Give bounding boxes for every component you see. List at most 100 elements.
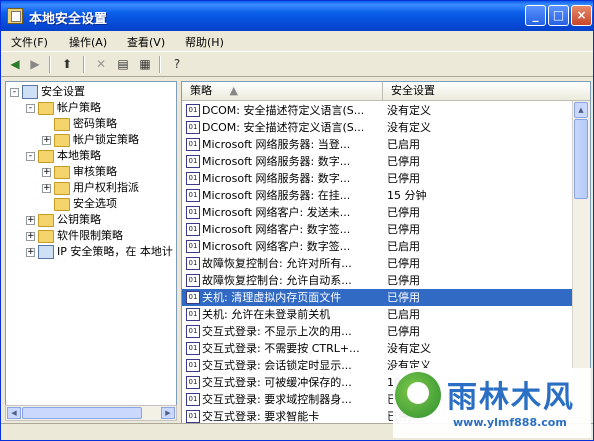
scroll-thumb[interactable]: [574, 119, 588, 199]
tree-item[interactable]: 帐户策略: [38, 100, 101, 116]
menu-action[interactable]: 操作(A): [69, 34, 107, 50]
up-folder-icon[interactable]: ⬆: [59, 56, 75, 72]
policy-icon: 01: [186, 376, 200, 389]
tree-item[interactable]: 帐户锁定策略: [54, 132, 139, 148]
folder-icon: [54, 133, 70, 147]
tree-item[interactable]: 公钥策略: [38, 212, 101, 228]
minimize-button[interactable]: _: [525, 5, 546, 26]
table-row[interactable]: 01 Microsoft 网络服务器: 数字... 已停用: [182, 153, 574, 170]
tree-expander[interactable]: +: [26, 216, 35, 225]
column-header-policy[interactable]: 策略 ▲: [182, 82, 382, 101]
tree-item[interactable]: IP 安全策略，在 本地计: [38, 244, 173, 260]
tree-expander[interactable]: +: [42, 184, 51, 193]
policy-name: 关机: 清理虚拟内存页面文件: [202, 291, 342, 304]
tree-item[interactable]: 本地策略: [38, 148, 101, 164]
tree-expander[interactable]: +: [26, 248, 35, 257]
policy-name: 故障恢复控制台: 允许自动系...: [202, 274, 352, 287]
table-row[interactable]: 01 Microsoft 网络服务器: 当登... 已启用: [182, 136, 574, 153]
policy-setting: 已启用: [387, 240, 420, 253]
tree-item[interactable]: 审核策略: [54, 164, 117, 180]
policy-icon: 01: [186, 172, 200, 185]
tree-item[interactable]: 密码策略: [54, 116, 117, 132]
policy-setting: 已停用: [387, 325, 420, 338]
maximize-button[interactable]: □: [548, 5, 569, 26]
policy-icon: 01: [186, 325, 200, 338]
policy-name: 交互式登录: 不显示上次的用...: [202, 325, 352, 338]
policy-icon: 01: [186, 104, 200, 117]
table-row[interactable]: 01 Microsoft 网络客户: 发送未... 已停用: [182, 204, 574, 221]
table-row[interactable]: 01 Microsoft 网络客户: 数字签... 已停用: [182, 221, 574, 238]
delete-icon[interactable]: ✕: [93, 56, 109, 72]
folder-icon: [54, 117, 70, 131]
policy-icon: 01: [186, 393, 200, 406]
table-row[interactable]: 01 DCOM: 安全描述符定义语言(S... 没有定义: [182, 102, 574, 119]
tree-expander[interactable]: +: [42, 168, 51, 177]
table-row[interactable]: 01 交互式登录: 不显示上次的用... 已停用: [182, 323, 574, 340]
properties-icon[interactable]: ▤: [115, 56, 131, 72]
export-icon[interactable]: ▦: [137, 56, 153, 72]
folder-icon: [38, 213, 54, 227]
table-row[interactable]: 01 关机: 清理虚拟内存页面文件 已停用: [182, 289, 574, 306]
tree-expander[interactable]: -: [26, 104, 35, 113]
forward-icon[interactable]: ▶: [27, 56, 43, 72]
tree-horizontal-scrollbar[interactable]: ◀ ▶: [5, 405, 177, 421]
tree-item[interactable]: 用户权利指派: [54, 180, 139, 196]
scroll-right-icon[interactable]: ▶: [161, 407, 175, 419]
scroll-up-icon[interactable]: ▲: [574, 102, 588, 118]
table-row[interactable]: 01 Microsoft 网络客户: 数字签... 已启用: [182, 238, 574, 255]
sort-ascending-icon: ▲: [229, 84, 238, 97]
folder-icon: [38, 149, 54, 163]
menu-help[interactable]: 帮助(H): [185, 34, 224, 50]
watermark-text: 雨林木风: [447, 380, 575, 415]
policy-node-icon: [22, 85, 38, 99]
policy-setting: 已停用: [387, 155, 420, 168]
scroll-thumb[interactable]: [22, 407, 142, 419]
scroll-left-icon[interactable]: ◀: [7, 407, 21, 419]
policy-name: DCOM: 安全描述符定义语言(S...: [202, 104, 365, 117]
menu-view[interactable]: 查看(V): [127, 34, 165, 50]
table-row[interactable]: 01 故障恢复控制台: 允许自动系... 已停用: [182, 272, 574, 289]
policy-name: 交互式登录: 要求域控制器身...: [202, 393, 352, 406]
tree-item[interactable]: 软件限制策略: [38, 228, 123, 244]
tree-item[interactable]: 安全选项: [54, 196, 117, 212]
folder-icon: [38, 229, 54, 243]
tree-expander[interactable]: -: [26, 152, 35, 161]
policy-setting: 已停用: [387, 291, 420, 304]
help-icon[interactable]: ?: [169, 56, 185, 72]
title-bar[interactable]: 本地安全设置 _ □ ×: [1, 1, 593, 31]
policy-icon: 01: [186, 359, 200, 372]
back-icon[interactable]: ◀: [7, 56, 23, 72]
tree-item-label: 安全设置: [41, 85, 85, 98]
tree-item[interactable]: 安全设置: [22, 84, 85, 100]
folder-icon: [54, 165, 70, 179]
policy-name: Microsoft 网络服务器: 在挂...: [202, 189, 351, 202]
tree-item-label: 密码策略: [73, 117, 117, 130]
tree-pane[interactable]: - 安全设置 - 帐户策略 密码策略 + 帐户锁定策略 - 本地策略 + 审核策略 + 用户权利指派 安全…: [5, 81, 177, 421]
policy-name: Microsoft 网络服务器: 当登...: [202, 138, 351, 151]
policy-icon: 01: [186, 342, 200, 355]
policy-icon: 01: [186, 308, 200, 321]
menu-bar: 文件(F) 操作(A) 查看(V) 帮助(H): [1, 31, 593, 51]
table-row[interactable]: 01 Microsoft 网络服务器: 数字... 已停用: [182, 170, 574, 187]
policy-setting: 已启用: [387, 138, 420, 151]
policy-icon: 01: [186, 257, 200, 270]
tree-expander[interactable]: -: [10, 88, 19, 97]
policy-name: Microsoft 网络客户: 发送未...: [202, 206, 351, 219]
policy-icon: 01: [186, 410, 200, 423]
table-row[interactable]: 01 DCOM: 安全描述符定义语言(S... 没有定义: [182, 119, 574, 136]
table-row[interactable]: 01 故障恢复控制台: 允许对所有... 已停用: [182, 255, 574, 272]
tree-item-label: 软件限制策略: [57, 229, 123, 242]
table-row[interactable]: 01 交互式登录: 不需要按 CTRL+... 没有定义: [182, 340, 574, 357]
policy-icon: 01: [186, 240, 200, 253]
policy-name: Microsoft 网络客户: 数字签...: [202, 240, 351, 253]
toolbar-separator: [159, 56, 161, 73]
column-header-setting[interactable]: 安全设置: [382, 82, 590, 101]
tree-expander[interactable]: +: [42, 136, 51, 145]
menu-file[interactable]: 文件(F): [11, 34, 48, 50]
window-title: 本地安全设置: [29, 12, 108, 27]
policy-icon: 01: [186, 155, 200, 168]
tree-expander[interactable]: +: [26, 232, 35, 241]
close-button[interactable]: ×: [571, 5, 592, 26]
table-row[interactable]: 01 关机: 允许在未登录前关机 已启用: [182, 306, 574, 323]
table-row[interactable]: 01 Microsoft 网络服务器: 在挂... 15 分钟: [182, 187, 574, 204]
